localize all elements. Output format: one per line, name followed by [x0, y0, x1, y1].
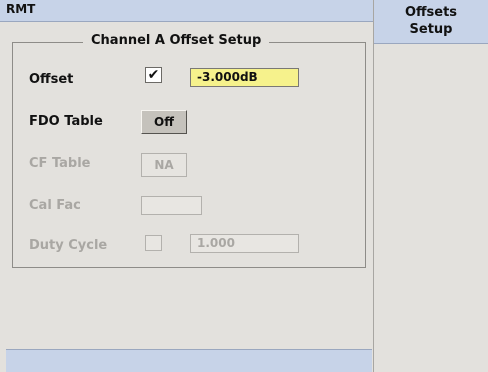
- cal-fac-label: Cal Fac: [29, 198, 81, 213]
- fdo-table-label: FDO Table: [29, 114, 103, 129]
- title-bar: RMT: [0, 0, 373, 22]
- fdo-table-toggle-button[interactable]: Off: [141, 110, 187, 134]
- main-panel: RMT Channel A Offset Setup Offset ✔ -3.0…: [0, 0, 374, 372]
- softkey-offsets-setup[interactable]: Offsets Setup: [374, 0, 488, 44]
- offset-checkbox[interactable]: ✔: [145, 67, 162, 83]
- offset-label: Offset: [29, 72, 74, 87]
- duty-cycle-label: Duty Cycle: [29, 238, 108, 253]
- mode-indicator: RMT: [6, 2, 36, 16]
- softkey-label-line1: Offsets: [404, 5, 458, 20]
- checkmark-icon: ✔: [147, 67, 160, 83]
- cal-fac-field[interactable]: [141, 196, 202, 215]
- status-bar: [6, 349, 372, 372]
- softkey-panel: Offsets Setup: [374, 0, 488, 372]
- offset-value-field[interactable]: -3.000dB: [190, 68, 299, 87]
- duty-cycle-field[interactable]: 1.000: [190, 234, 299, 253]
- softkey-label-line2: Setup: [409, 22, 453, 37]
- duty-cycle-checkbox[interactable]: [145, 235, 162, 251]
- cf-table-button[interactable]: NA: [141, 153, 187, 177]
- group-title: Channel A Offset Setup: [83, 33, 270, 48]
- cf-table-label: CF Table: [29, 156, 91, 171]
